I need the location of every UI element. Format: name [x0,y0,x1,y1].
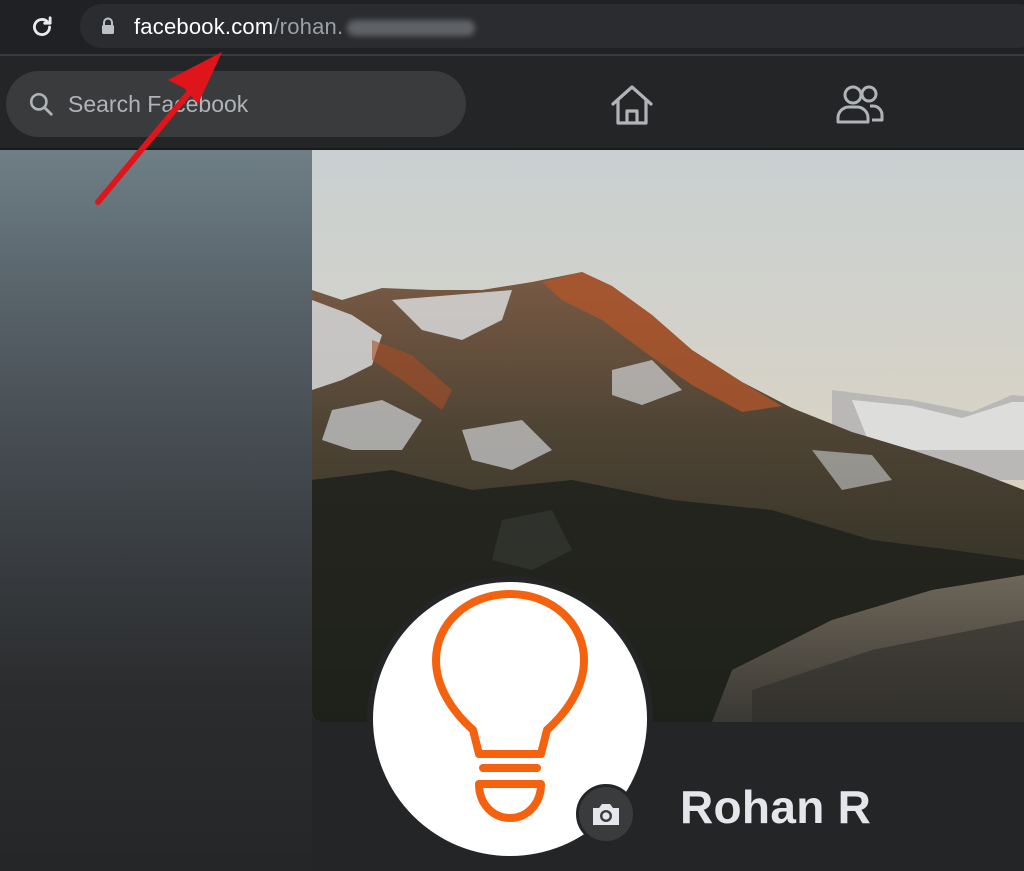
browser-toolbar: facebook.com/rohan. [0,0,1024,56]
address-bar[interactable]: facebook.com/rohan. [80,4,1024,48]
camera-icon [593,804,619,825]
update-profile-picture-button[interactable] [576,784,636,844]
cover-side-gradient [0,150,312,871]
url-path: /rohan. [273,14,344,39]
search-icon [29,92,53,116]
url-redacted-blur [347,20,476,37]
search-input[interactable] [68,90,448,118]
search-bar[interactable] [6,71,466,137]
reload-icon [33,16,52,36]
url-text[interactable]: facebook.com/rohan. [134,14,476,40]
url-domain: facebook.com [134,14,274,39]
profile-name: Rohan R [680,781,872,833]
home-icon[interactable] [608,82,656,128]
screenshot-root: facebook.com/rohan. Search Facebook Roha… [0,0,1024,871]
facebook-header [0,58,1024,150]
lock-icon [102,17,114,34]
friends-icon[interactable] [834,82,884,128]
reload-button[interactable] [24,9,60,45]
